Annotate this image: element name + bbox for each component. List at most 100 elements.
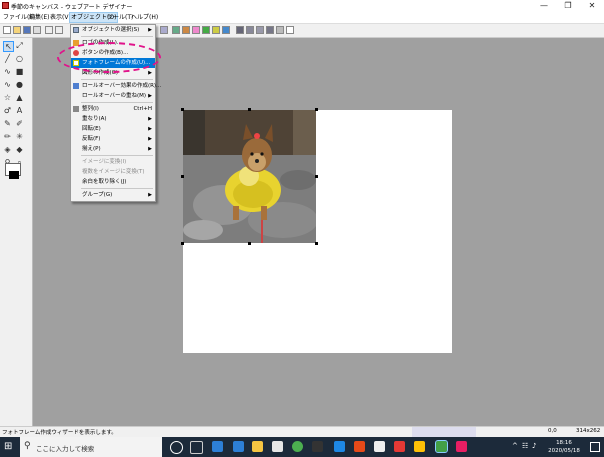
curve-tool-icon[interactable]: ∿ — [3, 80, 12, 89]
taskbar-date[interactable]: 2020/05/18 — [544, 448, 584, 454]
menu-item-flip[interactable]: 反転(F) ▶ — [71, 134, 155, 144]
annotation-highlight-oval — [57, 42, 161, 73]
close-button[interactable]: ✕ — [580, 0, 604, 12]
menu-item-select-object[interactable]: オブジェクトの選択(S) ▶ — [71, 25, 155, 35]
menu-separator — [81, 188, 153, 189]
maximize-button[interactable]: ❐ — [556, 0, 580, 12]
rollover-icon — [73, 83, 79, 89]
search-placeholder: ここに入力して検索 — [36, 445, 95, 453]
cut-icon[interactable] — [45, 26, 53, 34]
toolbar-photo-icon[interactable] — [172, 26, 180, 34]
toolbar-distribute-icon[interactable] — [246, 26, 254, 34]
new-file-icon[interactable] — [3, 26, 11, 34]
freehand-tool-icon[interactable]: ∿ — [3, 67, 12, 76]
brush-tool-icon[interactable]: ✐ — [15, 119, 24, 128]
text-tool-icon[interactable]: A — [15, 106, 24, 115]
resize-handle-sw[interactable] — [181, 242, 184, 245]
print-icon[interactable] — [33, 26, 41, 34]
edge-icon[interactable] — [212, 441, 223, 452]
toolbar-align-icon[interactable] — [236, 26, 244, 34]
menu-separator — [81, 102, 153, 103]
toolbar-preview-icon[interactable] — [286, 26, 294, 34]
edge-new-icon[interactable] — [233, 441, 244, 452]
toolbar-frame-icon[interactable] — [212, 26, 220, 34]
resize-handle-n[interactable] — [248, 108, 251, 111]
app-pink-icon[interactable] — [456, 441, 467, 452]
taskbar-time[interactable]: 18:16 — [544, 440, 584, 446]
polygon-tool-icon[interactable]: ● — [15, 80, 24, 89]
tray-network-icon[interactable]: ☷ — [522, 442, 528, 450]
toolbar-logo-icon[interactable] — [202, 26, 210, 34]
fill-tool-icon[interactable]: ◈ — [3, 145, 12, 154]
dog-photo-art — [183, 110, 316, 243]
menu-item-trim-margin[interactable]: 余白を取り除く(J) — [71, 177, 155, 187]
chrome-icon[interactable] — [292, 441, 303, 452]
toolbar-button-icon[interactable] — [192, 26, 200, 34]
toolbar-rollover-icon[interactable] — [222, 26, 230, 34]
rectangle-tool-icon[interactable]: ■ — [15, 67, 24, 76]
menu-view[interactable]: 表示(V) — [49, 13, 72, 22]
pen-tool-icon[interactable]: ✎ — [3, 119, 12, 128]
toolbar-clipart-icon[interactable] — [182, 26, 190, 34]
save-icon[interactable] — [23, 26, 31, 34]
title-bar: 季節のキャンバス - ウェブアート デザイナー — ❐ ✕ — [0, 0, 604, 12]
star-tool-icon[interactable]: ☆ — [3, 93, 12, 102]
app-red-icon[interactable] — [394, 441, 405, 452]
resize-handle-nw[interactable] — [181, 108, 184, 111]
open-folder-icon[interactable] — [13, 26, 21, 34]
submenu-arrow-icon: ▶ — [148, 116, 152, 122]
shape-tool-icon[interactable]: ▲ — [15, 93, 24, 102]
resize-handle-se[interactable] — [315, 242, 318, 245]
tray-volume-icon[interactable]: ♪ — [532, 442, 536, 450]
line-tool-icon[interactable]: ╱ — [3, 54, 12, 63]
task-view-icon[interactable] — [190, 441, 203, 454]
stroke-color-swatch[interactable] — [9, 171, 19, 179]
taskbar-search-box[interactable]: ⚲ ここに入力して検索 — [20, 437, 162, 457]
notification-icon[interactable] — [590, 442, 600, 452]
toolbar-play-icon[interactable] — [276, 26, 284, 34]
menu-item-rollover-stack[interactable]: ロールオーバーの重ね(M) ▶ — [71, 91, 155, 101]
menu-item-rotate[interactable]: 回転(E) ▶ — [71, 124, 155, 134]
magic-tool-icon[interactable]: ✳ — [15, 132, 24, 141]
app-white-icon[interactable] — [374, 441, 385, 452]
menu-item-create-rollover[interactable]: ロールオーバー効果の作成(R)... — [71, 81, 161, 91]
text-path-tool-icon[interactable]: ♂ — [3, 106, 12, 115]
menu-item-convert-multiple-images: 複数をイメージに変換(T) — [82, 169, 145, 175]
app-blue-icon[interactable] — [334, 441, 345, 452]
menu-item-order[interactable]: 重なり(A) ▶ — [71, 114, 155, 124]
menu-help[interactable]: ヘルプ(H) — [130, 13, 159, 22]
cortana-icon[interactable] — [170, 441, 183, 454]
pencil-tool-icon[interactable]: ✏ — [3, 132, 12, 141]
eraser-tool-icon[interactable]: ◆ — [15, 145, 24, 154]
tray-chevron-icon[interactable]: ^ — [512, 442, 518, 450]
resize-handle-ne[interactable] — [315, 108, 318, 111]
web-art-designer-taskbar-icon[interactable] — [435, 440, 448, 453]
submenu-arrow-icon: ▶ — [148, 93, 152, 99]
menu-item-group[interactable]: グループ(G) ▶ — [71, 190, 155, 200]
menu-item-arrange[interactable]: 揃え(P) ▶ — [71, 144, 155, 154]
ellipse-tool-icon[interactable]: ○ — [15, 54, 24, 63]
select-arrow-icon[interactable]: ↖ — [3, 41, 14, 52]
terminal-icon[interactable] — [312, 441, 323, 452]
windows-start-icon[interactable]: ⊞ — [4, 442, 14, 452]
resize-handle-w[interactable] — [181, 175, 184, 178]
resize-handle-s[interactable] — [248, 242, 251, 245]
app-orange-icon[interactable] — [354, 441, 365, 452]
menu-edit[interactable]: 編集(E) — [28, 13, 50, 22]
file-explorer-icon[interactable] — [252, 441, 263, 452]
rotate-tool-icon[interactable]: ⤢ — [15, 41, 24, 50]
toolbar-order-icon[interactable] — [266, 26, 274, 34]
store-icon[interactable] — [272, 441, 283, 452]
status-message: フォトフレーム作成ウィザードを表示します。 — [2, 430, 117, 436]
dog-photo[interactable] — [183, 110, 316, 243]
menu-item-align[interactable]: 整列(I) Ctrl+H — [71, 104, 155, 114]
minimize-button[interactable]: — — [532, 0, 556, 12]
resize-handle-e[interactable] — [315, 175, 318, 178]
submenu-arrow-icon: ▶ — [148, 146, 152, 152]
toolbar-group-icon[interactable] — [256, 26, 264, 34]
app-yellow-icon[interactable] — [414, 441, 425, 452]
copy-icon[interactable] — [55, 26, 63, 34]
toolbar-image-icon[interactable] — [160, 26, 168, 34]
status-coords: 0,0 — [548, 428, 557, 434]
status-size: 314x262 — [576, 428, 601, 434]
